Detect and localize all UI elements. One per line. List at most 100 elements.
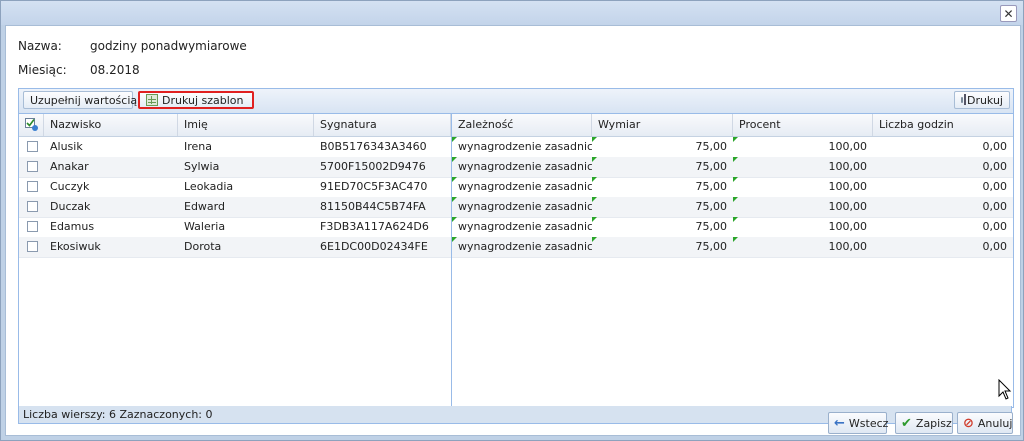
- dialog-window: ✕ Nazwa: godziny ponadwymiarowe Miesiąc:…: [0, 0, 1024, 441]
- cell-wymiar-text: 75,00: [695, 240, 728, 253]
- col-procent[interactable]: Procent: [733, 114, 873, 136]
- cell-liczba-godzin[interactable]: 0,00: [873, 217, 1013, 237]
- back-button[interactable]: ← Wstecz: [828, 412, 889, 434]
- table-row[interactable]: Alusik Irena B0B5176343A3460 wynagrodzenie …: [19, 137, 1013, 158]
- name-label: Nazwa:: [18, 39, 62, 53]
- print-button[interactable]: Drukuj: [954, 91, 1010, 109]
- cell-sygnatura-text: B0B5176343A3460: [320, 140, 427, 153]
- cell-sygnatura-text: 81150B44C5B74FA: [320, 200, 426, 213]
- cell-imie[interactable]: Dorota: [178, 237, 314, 257]
- cell-zaleznosc[interactable]: wynagrodzenie zasadnicze: [452, 157, 592, 177]
- cell-zaleznosc[interactable]: wynagrodzenie zasadnicze: [452, 177, 592, 197]
- cell-procent[interactable]: 100,00: [733, 237, 873, 257]
- col-sygnatura[interactable]: Sygnatura: [314, 114, 451, 136]
- cell-sygnatura[interactable]: 5700F15002D9476: [314, 157, 451, 177]
- cell-procent[interactable]: 100,00: [733, 157, 873, 177]
- cell-zaleznosc[interactable]: wynagrodzenie zasadnicze: [452, 237, 592, 257]
- cell-imie[interactable]: Leokadia: [178, 177, 314, 197]
- modified-marker: [592, 177, 597, 182]
- back-label: Wstecz: [848, 416, 889, 430]
- col-nazwisko[interactable]: Nazwisko: [44, 114, 178, 136]
- cell-imie[interactable]: Waleria: [178, 217, 314, 237]
- row-checkbox[interactable]: [27, 161, 38, 172]
- cell-liczba-godzin[interactable]: 0,00: [873, 177, 1013, 197]
- cell-zaleznosc[interactable]: wynagrodzenie zasadnicze: [452, 217, 592, 237]
- cell-liczba-godzin-text: 0,00: [982, 240, 1008, 253]
- check-all-icon[interactable]: [25, 118, 38, 131]
- modified-marker: [733, 237, 738, 242]
- cell-sygnatura[interactable]: F3DB3A117A624D6: [314, 217, 451, 237]
- cell-nazwisko[interactable]: Cuczyk: [44, 177, 178, 197]
- table-row[interactable]: Anakar Sylwia 5700F15002D9476 wynagrodzenie…: [19, 157, 1013, 178]
- cell-sygnatura-text: 91ED70C5F3AC470: [320, 180, 428, 193]
- cell-nazwisko[interactable]: Duczak: [44, 197, 178, 217]
- cell-zaleznosc[interactable]: wynagrodzenie zasadnicze: [452, 137, 592, 157]
- cell-imie-text: Irena: [184, 140, 213, 153]
- col-zaleznosc[interactable]: Zależność: [452, 114, 592, 136]
- cancel-button[interactable]: ⊘ Anuluj: [957, 412, 1013, 434]
- fill-values-button[interactable]: Uzupełnij wartością: [23, 91, 137, 109]
- cell-sygnatura[interactable]: 91ED70C5F3AC470: [314, 177, 451, 197]
- grid-icon: [146, 94, 158, 106]
- select-all-header[interactable]: [19, 114, 44, 136]
- close-icon[interactable]: ✕: [1000, 5, 1017, 22]
- save-button[interactable]: ✔ Zapisz: [895, 412, 953, 434]
- checkmark-icon: ✔: [901, 415, 912, 431]
- cell-wymiar[interactable]: 75,00: [592, 137, 733, 157]
- cell-liczba-godzin-text: 0,00: [982, 220, 1008, 233]
- cell-procent[interactable]: 100,00: [733, 177, 873, 197]
- cell-nazwisko[interactable]: Alusik: [44, 137, 178, 157]
- modified-marker: [452, 137, 457, 142]
- cell-wymiar[interactable]: 75,00: [592, 157, 733, 177]
- cell-wymiar[interactable]: 75,00: [592, 237, 733, 257]
- cell-imie[interactable]: Irena: [178, 137, 314, 157]
- cell-procent[interactable]: 100,00: [733, 217, 873, 237]
- cell-liczba-godzin[interactable]: 0,00: [873, 197, 1013, 217]
- cell-procent[interactable]: 100,00: [733, 197, 873, 217]
- cell-procent[interactable]: 100,00: [733, 137, 873, 157]
- table-row[interactable]: Duczak Edward 81150B44C5B74FA wynagrodzenie…: [19, 197, 1013, 218]
- name-value: godziny ponadwymiarowe: [90, 39, 247, 53]
- cell-liczba-godzin[interactable]: 0,00: [873, 137, 1013, 157]
- table-row[interactable]: Cuczyk Leokadia 91ED70C5F3AC470 wynagrodzen…: [19, 177, 1013, 198]
- cell-sygnatura-text: F3DB3A117A624D6: [320, 220, 429, 233]
- cell-zaleznosc-text: wynagrodzenie zasadnicze: [458, 240, 592, 253]
- cell-wymiar[interactable]: 75,00: [592, 197, 733, 217]
- cell-sygnatura[interactable]: 81150B44C5B74FA: [314, 197, 451, 217]
- fill-values-label: Uzupełnij wartością: [30, 93, 138, 107]
- row-checkbox[interactable]: [27, 221, 38, 232]
- cell-imie[interactable]: Sylwia: [178, 157, 314, 177]
- col-wymiar[interactable]: Wymiar: [592, 114, 733, 136]
- cell-wymiar-text: 75,00: [695, 180, 728, 193]
- modified-marker: [592, 217, 597, 222]
- cell-imie[interactable]: Edward: [178, 197, 314, 217]
- cell-sygnatura[interactable]: B0B5176343A3460: [314, 137, 451, 157]
- table-row[interactable]: Edamus Waleria F3DB3A117A624D6 wynagrodzeni…: [19, 217, 1013, 238]
- cell-imie-text: Edward: [184, 200, 225, 213]
- month-label: Miesiąc:: [18, 63, 67, 77]
- cell-wymiar[interactable]: 75,00: [592, 217, 733, 237]
- row-checkbox[interactable]: [27, 201, 38, 212]
- col-imie[interactable]: Imię: [178, 114, 314, 136]
- cell-wymiar[interactable]: 75,00: [592, 177, 733, 197]
- print-template-button[interactable]: Drukuj szablon: [138, 91, 254, 109]
- cell-zaleznosc-text: wynagrodzenie zasadnicze: [458, 160, 592, 173]
- cell-nazwisko[interactable]: Anakar: [44, 157, 178, 177]
- cell-liczba-godzin[interactable]: 0,00: [873, 157, 1013, 177]
- row-checkbox[interactable]: [27, 181, 38, 192]
- print-icon: [961, 94, 966, 106]
- modified-marker: [592, 157, 597, 162]
- modified-marker: [592, 237, 597, 242]
- cell-zaleznosc[interactable]: wynagrodzenie zasadnicze: [452, 197, 592, 217]
- cell-wymiar-text: 75,00: [695, 140, 728, 153]
- row-checkbox[interactable]: [27, 141, 38, 152]
- col-liczba-godzin[interactable]: Liczba godzin: [873, 114, 1013, 136]
- row-checkbox[interactable]: [27, 241, 38, 252]
- cell-procent-text: 100,00: [828, 160, 868, 173]
- cell-liczba-godzin[interactable]: 0,00: [873, 237, 1013, 257]
- cell-nazwisko[interactable]: Ekosiwuk: [44, 237, 178, 257]
- cell-nazwisko[interactable]: Edamus: [44, 217, 178, 237]
- table-row[interactable]: Ekosiwuk Dorota 6E1DC00D02434FE wynagrodzen…: [19, 237, 1013, 258]
- cell-sygnatura[interactable]: 6E1DC00D02434FE: [314, 237, 451, 257]
- cell-wymiar-text: 75,00: [695, 200, 728, 213]
